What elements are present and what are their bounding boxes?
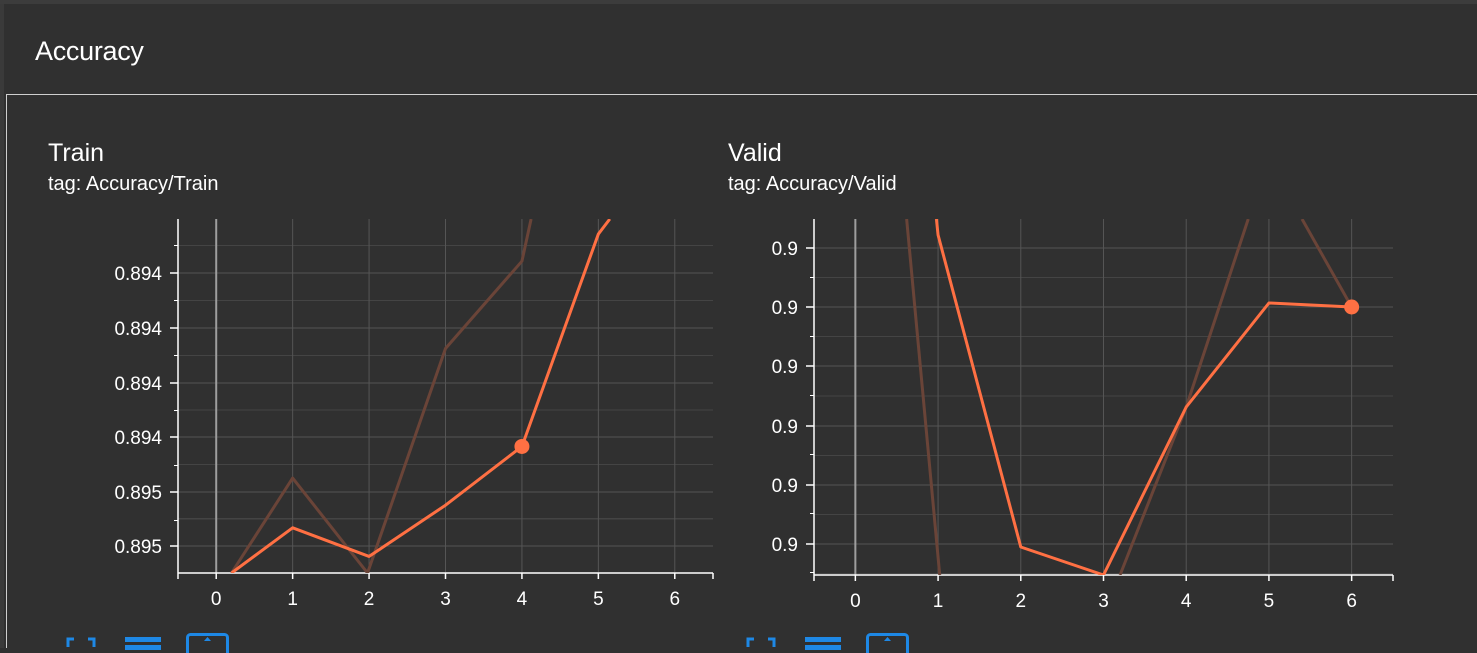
- y-tick-label: 0.9: [772, 298, 798, 319]
- y-tick-label: 0.9: [772, 476, 798, 497]
- x-tick-label: 4: [1181, 591, 1192, 612]
- x-tick-label: 1: [287, 589, 298, 610]
- fit-domain-button[interactable]: [186, 633, 230, 653]
- raw-series-line: [1302, 219, 1352, 307]
- section-body: Train tag: Accuracy/Train 0.8940.8940.89…: [6, 94, 1477, 648]
- raw-series-line: [232, 219, 532, 573]
- x-tick-label: 3: [1098, 591, 1109, 612]
- raw-series-line: [1120, 219, 1248, 575]
- y-tick-label: 0.894: [114, 428, 162, 449]
- fullscreen-button[interactable]: [66, 633, 96, 653]
- series-group: [907, 219, 1352, 575]
- fullscreen-icon: [746, 633, 776, 653]
- x-tick-label: 6: [669, 589, 680, 610]
- smoothed-series-line: [232, 219, 610, 573]
- left-border: [0, 4, 4, 648]
- x-tick-label: 2: [1015, 591, 1026, 612]
- x-tick-label: 4: [517, 589, 528, 610]
- smoothed-series-line: [936, 219, 1351, 575]
- toggle-log-icon: [125, 633, 163, 653]
- toggle-log-icon: [805, 633, 843, 653]
- y-tick-label: 0.895: [114, 483, 162, 504]
- x-tick-label: 3: [440, 589, 451, 610]
- x-tick-label: 5: [1264, 591, 1275, 612]
- x-tick-label: 0: [211, 589, 222, 610]
- y-tick-label: 0.894: [114, 319, 162, 340]
- line-chart-train[interactable]: 0.894 0.894 0.894 0.894 0.895 0.895 0 1 2 3 4 5 6: [48, 95, 718, 649]
- y-tick-label: 0.894: [114, 264, 162, 285]
- chart-card-train: Train tag: Accuracy/Train 0.8940.8940.89…: [48, 95, 718, 649]
- highlight-point: [514, 439, 529, 454]
- fullscreen-button[interactable]: [746, 633, 776, 653]
- fit-domain-icon: [186, 633, 230, 653]
- fit-domain-button[interactable]: [866, 633, 910, 653]
- y-tick-label: 0.9: [772, 357, 798, 378]
- x-tick-label: 1: [933, 591, 944, 612]
- x-tick-label: 5: [593, 589, 604, 610]
- fullscreen-icon: [66, 633, 96, 653]
- y-tick-label: 0.9: [772, 535, 798, 556]
- grid-lines: [814, 219, 1393, 575]
- highlight-point: [1344, 300, 1359, 315]
- toggle-log-scale-button[interactable]: [125, 633, 163, 653]
- section-header[interactable]: Accuracy: [4, 4, 1477, 94]
- x-tick-label: 0: [850, 591, 861, 612]
- chart-card-valid: Valid tag: Accuracy/Valid 0.90.90.90.90.…: [728, 95, 1428, 649]
- y-tick-label: 0.894: [114, 374, 162, 395]
- line-chart-valid[interactable]: 0.9 0.9 0.9 0.9 0.9 0.9 0 1 2 3 4 5 6: [728, 95, 1428, 649]
- x-tick-label: 2: [364, 589, 375, 610]
- fit-domain-icon: [866, 633, 910, 653]
- series-group: [232, 219, 610, 573]
- x-tick-label: 6: [1346, 591, 1357, 612]
- section-title: Accuracy: [35, 36, 144, 67]
- y-tick-label: 0.9: [772, 417, 798, 438]
- toggle-log-scale-button[interactable]: [805, 633, 843, 653]
- raw-series-line: [907, 219, 940, 575]
- y-tick-label: 0.9: [772, 239, 798, 260]
- y-tick-label: 0.895: [114, 537, 162, 558]
- grid-lines: [178, 219, 713, 573]
